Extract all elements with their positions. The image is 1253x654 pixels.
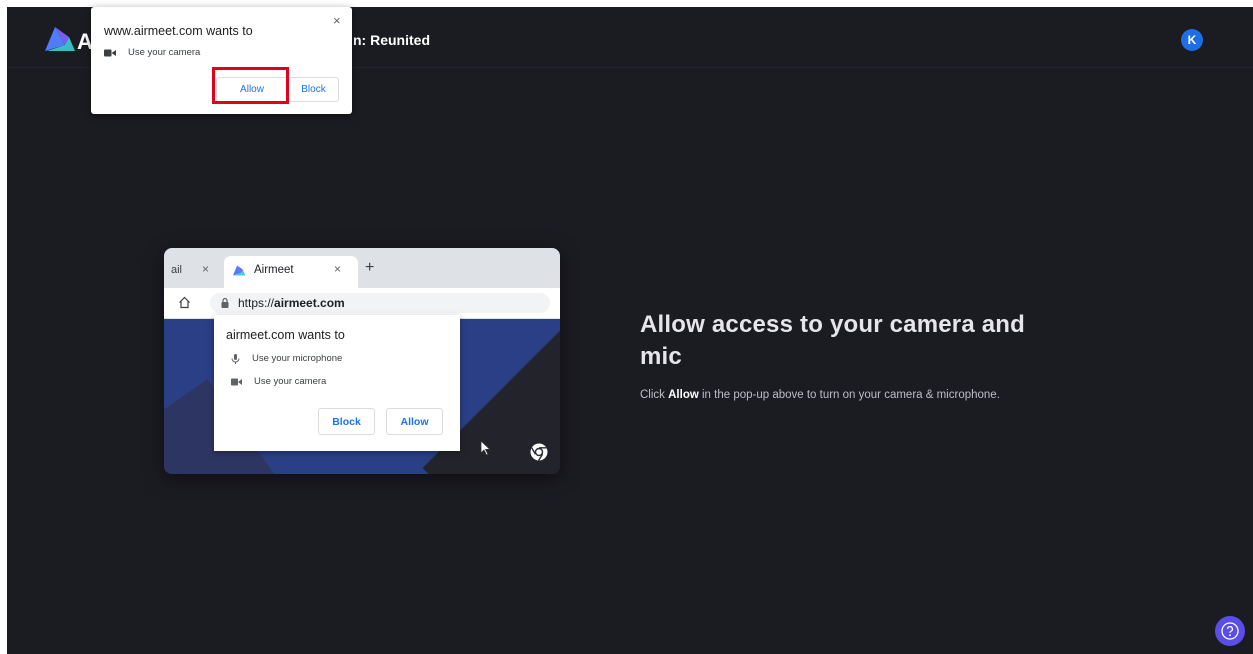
illus-close-icon: × [334,262,342,276]
home-icon [179,296,190,309]
illus-allow-button: Allow [386,408,443,435]
illus-new-tab-icon: + [365,259,375,276]
close-icon[interactable]: × [333,13,341,28]
illus-active-tab: Airmeet × [224,256,358,288]
illus-tab-strip: ail × Airmeet × + [164,248,560,288]
illus-mic-permission: Use your microphone [231,353,342,364]
airmeet-logo-icon [45,27,75,51]
camera-icon [231,378,242,385]
airmeet-logo-icon [233,265,246,276]
permission-heading: Allow access to your camera and mic [640,311,1026,370]
camera-icon [104,49,116,56]
illus-tab-label: Airmeet [254,264,294,276]
permission-description: Click Allow in the pop-up above to turn … [640,389,1000,401]
question-mark-icon [1221,622,1239,640]
lock-icon [221,297,229,308]
camera-permission-row: Use your camera [104,47,200,58]
permission-illustration: ail × Airmeet × + https://airmeet.com ai… [164,248,560,474]
mouse-cursor-icon [480,440,492,456]
illus-close-icon: × [202,262,210,276]
event-title: n: Reunited [353,32,430,48]
block-button[interactable]: Block [288,77,339,102]
help-button[interactable] [1215,616,1245,646]
microphone-icon [231,353,240,364]
illus-permission-popup: airmeet.com wants to Use your microphone… [214,315,460,451]
illus-prev-tab: ail [171,264,183,276]
illus-popup-title: airmeet.com wants to [226,328,345,342]
illus-url: https://airmeet.com [238,296,345,310]
browser-permission-prompt: www.airmeet.com wants to × Use your came… [91,7,352,114]
prompt-title: www.airmeet.com wants to [104,24,253,38]
chrome-logo-icon [530,443,548,461]
illus-address-bar: https://airmeet.com [210,293,550,313]
allow-button[interactable]: Allow [216,77,288,102]
illus-camera-permission: Use your camera [231,376,326,387]
user-avatar[interactable]: K [1181,29,1203,51]
illus-block-button: Block [318,408,375,435]
